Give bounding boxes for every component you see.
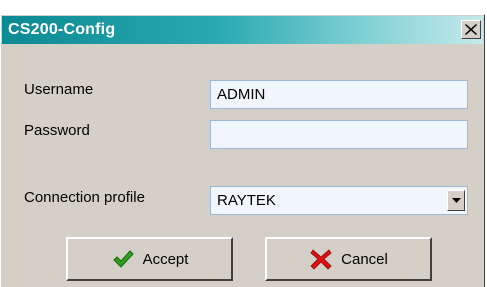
username-field[interactable]: ADMIN: [210, 80, 468, 109]
cancel-label: Cancel: [341, 250, 388, 268]
config-dialog: CS200-Config Username ADMIN Password Con…: [0, 14, 485, 287]
close-button[interactable]: [461, 20, 481, 39]
checkmark-icon: [112, 250, 134, 268]
connection-profile-label: Connection profile: [24, 189, 145, 206]
username-label: Username: [24, 81, 94, 98]
password-field[interactable]: [210, 120, 468, 149]
close-icon: [465, 24, 477, 35]
cancel-button[interactable]: Cancel: [265, 237, 432, 281]
accept-label: Accept: [142, 250, 189, 268]
title-bar[interactable]: CS200-Config: [2, 16, 483, 44]
window-title: CS200-Config: [8, 21, 116, 38]
connection-profile-value: RAYTEK: [217, 192, 276, 209]
accept-button[interactable]: Accept: [66, 237, 233, 281]
cross-icon: [310, 249, 332, 270]
dropdown-button[interactable]: [447, 190, 465, 211]
connection-profile-select[interactable]: RAYTEK: [210, 186, 468, 215]
password-label: Password: [24, 122, 90, 139]
chevron-down-icon: [452, 198, 461, 203]
